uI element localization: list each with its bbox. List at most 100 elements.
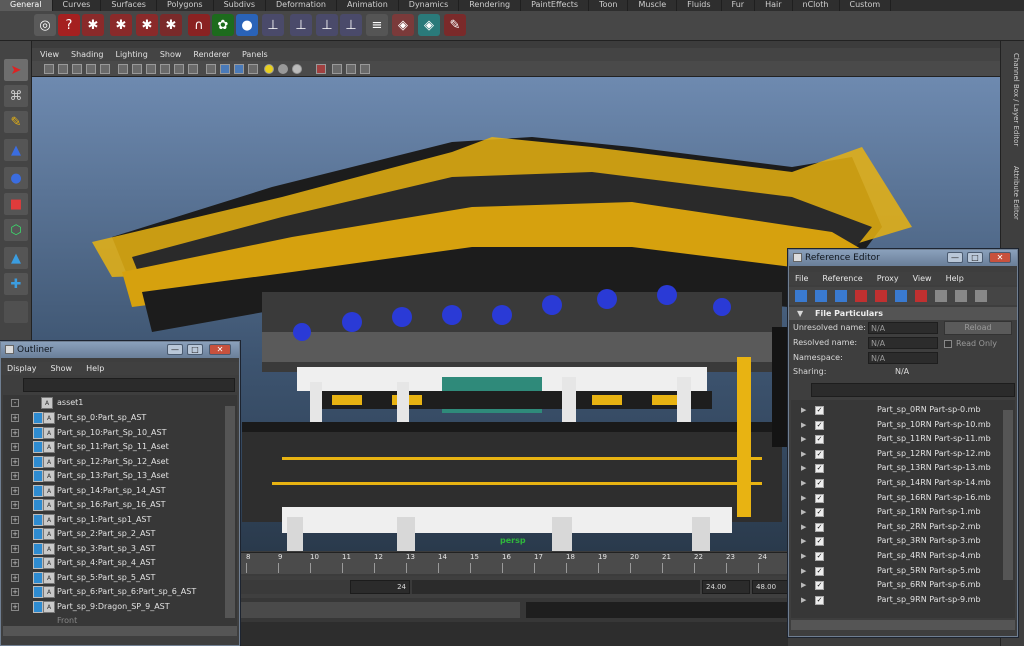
shelf-tab-polygons[interactable]: Polygons — [157, 0, 214, 11]
channel-box-tab[interactable]: Channel Box / Layer Editor — [1004, 53, 1020, 163]
outliner-item[interactable]: + A Part_sp_5:Part_sp_5_AST — [5, 571, 227, 586]
expand-arrow-icon[interactable]: ▶ — [801, 476, 806, 490]
replace-reference-icon[interactable] — [915, 290, 927, 302]
reference-horizontal-scrollbar[interactable] — [791, 620, 1015, 630]
read-only-checkbox[interactable] — [944, 340, 952, 348]
expand-icon[interactable]: + — [11, 501, 19, 509]
outliner-minimize-button[interactable]: — — [167, 344, 183, 355]
outliner-titlebar[interactable]: Outliner — □ ✕ — [1, 342, 239, 358]
reference-filter-field[interactable] — [811, 383, 1015, 397]
loaded-checkbox[interactable]: ✓ — [815, 493, 824, 503]
expand-arrow-icon[interactable]: ▶ — [801, 534, 806, 548]
shelf-tab-muscle[interactable]: Muscle — [628, 0, 678, 11]
expand-icon[interactable]: + — [11, 414, 19, 422]
file-particulars-header[interactable]: ▼ File Particulars — [789, 307, 1017, 320]
unresolved-name-field[interactable]: N/A — [868, 322, 938, 334]
loaded-checkbox[interactable]: ✓ — [815, 508, 824, 518]
panel-menu-panels[interactable]: Panels — [242, 48, 268, 61]
wireframe-on-shaded-icon[interactable] — [234, 64, 244, 74]
magnet-icon[interactable]: ∩ — [188, 14, 210, 36]
ref-menu-reference[interactable]: Reference — [822, 272, 862, 285]
loaded-checkbox[interactable]: ✓ — [815, 449, 824, 459]
reference-file-row[interactable]: ▶ ✓ Part_sp_2RN Part-sp-2.mb — [797, 520, 997, 535]
reference-file-row[interactable]: ▶ ✓ Part_sp_1RN Part-sp-1.mb — [797, 505, 997, 520]
outliner-item[interactable]: + A Part_sp_14:Part_sp_14_AST — [5, 484, 227, 499]
outliner-scrollbar[interactable] — [225, 406, 235, 618]
shelf-tab-deformation[interactable]: Deformation — [266, 0, 337, 11]
outliner-item[interactable]: + A Part_sp_13:Part_Sp_13_Aset — [5, 469, 227, 484]
outliner-close-button[interactable]: ✕ — [209, 344, 231, 355]
isolate-select-icon[interactable] — [316, 64, 326, 74]
expand-icon[interactable]: + — [11, 486, 19, 495]
render-settings-icon[interactable]: ✎ — [444, 14, 466, 36]
outliner-item[interactable]: + A Part_sp_10:Part_Sp_10_AST — [5, 426, 227, 441]
camera-attributes-icon[interactable] — [44, 64, 54, 74]
reference-file-row[interactable]: ▶ ✓ Part_sp_3RN Part-sp-3.mb — [797, 534, 997, 549]
camera-bookmark-icon[interactable] — [58, 64, 68, 74]
panel-menu-renderer[interactable]: Renderer — [193, 48, 230, 61]
universal-manipulator-icon[interactable]: ⬡ — [4, 219, 28, 241]
expand-arrow-icon[interactable]: ▶ — [801, 432, 806, 446]
select-arrow-icon[interactable]: ➤ — [4, 59, 28, 81]
text-editor-icon[interactable]: ≡ — [366, 14, 388, 36]
loaded-checkbox[interactable]: ✓ — [815, 537, 824, 547]
outliner-menu-help[interactable]: Help — [86, 362, 104, 375]
move-tool-icon[interactable]: ▲ — [4, 139, 28, 161]
wireframe-icon[interactable] — [206, 64, 216, 74]
blind-data-icon[interactable]: ✱ — [82, 14, 104, 36]
last-tool-icon[interactable] — [4, 301, 28, 323]
paint-select-icon[interactable]: ✎ — [4, 111, 28, 133]
mel-input[interactable] — [240, 602, 520, 618]
group-icon[interactable]: ⊥ — [340, 14, 362, 36]
show-manipulator-icon[interactable]: ✚ — [4, 273, 28, 295]
reference-editor-close-button[interactable]: ✕ — [989, 252, 1011, 263]
expand-arrow-icon[interactable]: ▶ — [801, 578, 806, 592]
create-reference-icon[interactable] — [795, 290, 807, 302]
shelf-tab-animation[interactable]: Animation — [337, 0, 399, 11]
outliner-item[interactable]: + A Part_sp_12:Part_Sp_12_Aset — [5, 455, 227, 470]
scale-tool-icon[interactable]: ■ — [4, 193, 28, 215]
loaded-checkbox[interactable]: ✓ — [815, 435, 824, 445]
paint-effects-icon[interactable]: ✿ — [212, 14, 234, 36]
expand-arrow-icon[interactable]: ▶ — [801, 593, 806, 607]
ref-menu-file[interactable]: File — [795, 272, 808, 285]
reference-editor-maximize-button[interactable]: □ — [967, 252, 983, 263]
loaded-checkbox[interactable]: ✓ — [815, 464, 824, 474]
outliner-item[interactable]: + A Part_sp_6:Part_sp_6:Part_sp_6_AST — [5, 585, 227, 600]
gate-mask-icon[interactable] — [160, 64, 170, 74]
loaded-checkbox[interactable]: ✓ — [815, 406, 824, 415]
reference-file-row[interactable]: ▶ ✓ Part_sp_0RN Part-sp-0.mb — [797, 403, 997, 418]
attribute-editor-tab[interactable]: Attribute Editor — [1004, 166, 1020, 246]
sphere-icon[interactable]: ● — [236, 14, 258, 36]
loaded-checkbox[interactable]: ✓ — [815, 552, 824, 561]
help-icon[interactable]: ? — [58, 14, 80, 36]
outliner-item[interactable]: + A Part_sp_11:Part_Sp_11_Aset — [5, 440, 227, 455]
smooth-shade-icon[interactable] — [220, 64, 230, 74]
reference-file-row[interactable]: ▶ ✓ Part_sp_10RN Part-sp-10.mb — [797, 418, 997, 433]
all-lights-icon[interactable] — [278, 64, 288, 74]
expand-icon[interactable]: + — [11, 573, 19, 582]
shelf-tab-rendering[interactable]: Rendering — [459, 0, 522, 11]
resolved-name-field[interactable]: N/A — [868, 337, 938, 349]
expand-arrow-icon[interactable]: ▶ — [801, 491, 806, 505]
expand-icon[interactable]: + — [11, 559, 19, 567]
reference-file-row[interactable]: ▶ ✓ Part_sp_12RN Part-sp-12.mb — [797, 447, 997, 462]
panel-menu-view[interactable]: View — [40, 48, 59, 61]
expand-arrow-icon[interactable]: ▶ — [801, 461, 806, 475]
sculpt-icon[interactable]: ✱ — [160, 14, 182, 36]
xray-icon[interactable] — [332, 64, 342, 74]
expand-icon[interactable]: + — [11, 588, 19, 596]
textured-icon[interactable] — [248, 64, 258, 74]
hierarchy-icon[interactable]: ⊥ — [290, 14, 312, 36]
backface-culling-icon[interactable] — [360, 64, 370, 74]
time-slider[interactable]: 8 9 10 11 12 13 14 15 16 17 18 19 20 21 22 23 24 — [240, 552, 788, 574]
image-plane-icon[interactable] — [72, 64, 82, 74]
select-tool-icon[interactable]: ◎ — [34, 14, 56, 36]
resolution-gate-icon[interactable] — [146, 64, 156, 74]
remove-reference-icon[interactable] — [855, 290, 867, 302]
rotate-tool-icon[interactable]: ● — [4, 167, 28, 189]
outliner-item[interactable]: + A Part_sp_1:Part_sp1_AST — [5, 513, 227, 528]
reference-file-row[interactable]: ▶ ✓ Part_sp_9RN Part-sp-9.mb — [797, 593, 997, 608]
outliner-maximize-button[interactable]: □ — [187, 344, 203, 355]
lasso-icon[interactable]: ⌘ — [4, 85, 28, 107]
